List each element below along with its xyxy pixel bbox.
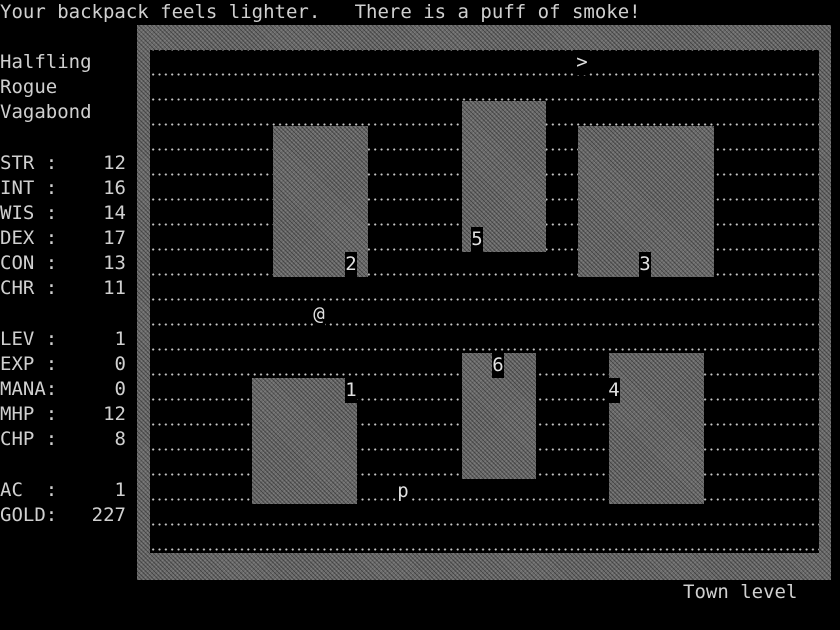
chp-label: CHP : bbox=[0, 428, 58, 450]
chp-value: 8 bbox=[114, 428, 126, 450]
depth-indicator: Town level bbox=[683, 581, 798, 603]
ac-label: AC : bbox=[0, 479, 58, 501]
stat-dex-value: 17 bbox=[103, 227, 126, 249]
message-line: Your backpack feels lighter. There is a … bbox=[0, 1, 641, 23]
shop-entrance-1[interactable]: 1 bbox=[345, 378, 357, 403]
stat-str-label: STR : bbox=[0, 152, 58, 174]
mhp-label: MHP : bbox=[0, 403, 58, 425]
stat-wis-label: WIS : bbox=[0, 202, 58, 224]
stat-int-label: INT : bbox=[0, 177, 58, 199]
stat-chr-value: 11 bbox=[103, 277, 126, 299]
shop-entrance-5[interactable]: 5 bbox=[471, 227, 483, 252]
stat-chr-label: CHR : bbox=[0, 277, 58, 299]
shop-building-4 bbox=[609, 353, 704, 504]
lev-label: LEV : bbox=[0, 328, 58, 350]
gold-value: 227 bbox=[91, 504, 126, 526]
shop-building-1 bbox=[252, 378, 357, 504]
stat-str-value: 12 bbox=[103, 152, 126, 174]
exp-value: 0 bbox=[114, 353, 126, 375]
player-character: @ bbox=[313, 302, 325, 327]
character-race: Halfling bbox=[0, 51, 92, 73]
gold-label: GOLD: bbox=[0, 504, 58, 526]
mana-value: 0 bbox=[114, 378, 126, 400]
ac-value: 1 bbox=[114, 479, 126, 501]
shop-entrance-4[interactable]: 4 bbox=[608, 378, 620, 403]
town-monster: p bbox=[397, 479, 409, 504]
mana-label: MANA: bbox=[0, 378, 58, 400]
shop-entrance-2[interactable]: 2 bbox=[345, 252, 357, 277]
stat-dex-label: DEX : bbox=[0, 227, 58, 249]
character-class: Rogue bbox=[0, 76, 58, 98]
stat-wis-value: 14 bbox=[103, 202, 126, 224]
stat-int-value: 16 bbox=[103, 177, 126, 199]
stat-con-label: CON : bbox=[0, 252, 58, 274]
lev-value: 1 bbox=[114, 328, 126, 350]
exp-label: EXP : bbox=[0, 353, 58, 375]
mhp-value: 12 bbox=[103, 403, 126, 425]
stat-con-value: 13 bbox=[103, 252, 126, 274]
shop-entrance-3[interactable]: 3 bbox=[639, 252, 651, 277]
character-title: Vagabond bbox=[0, 101, 92, 123]
game-screen: Your backpack feels lighter. There is a … bbox=[0, 0, 840, 630]
down-staircase-icon[interactable]: > bbox=[576, 50, 588, 75]
shop-entrance-6[interactable]: 6 bbox=[492, 353, 504, 378]
